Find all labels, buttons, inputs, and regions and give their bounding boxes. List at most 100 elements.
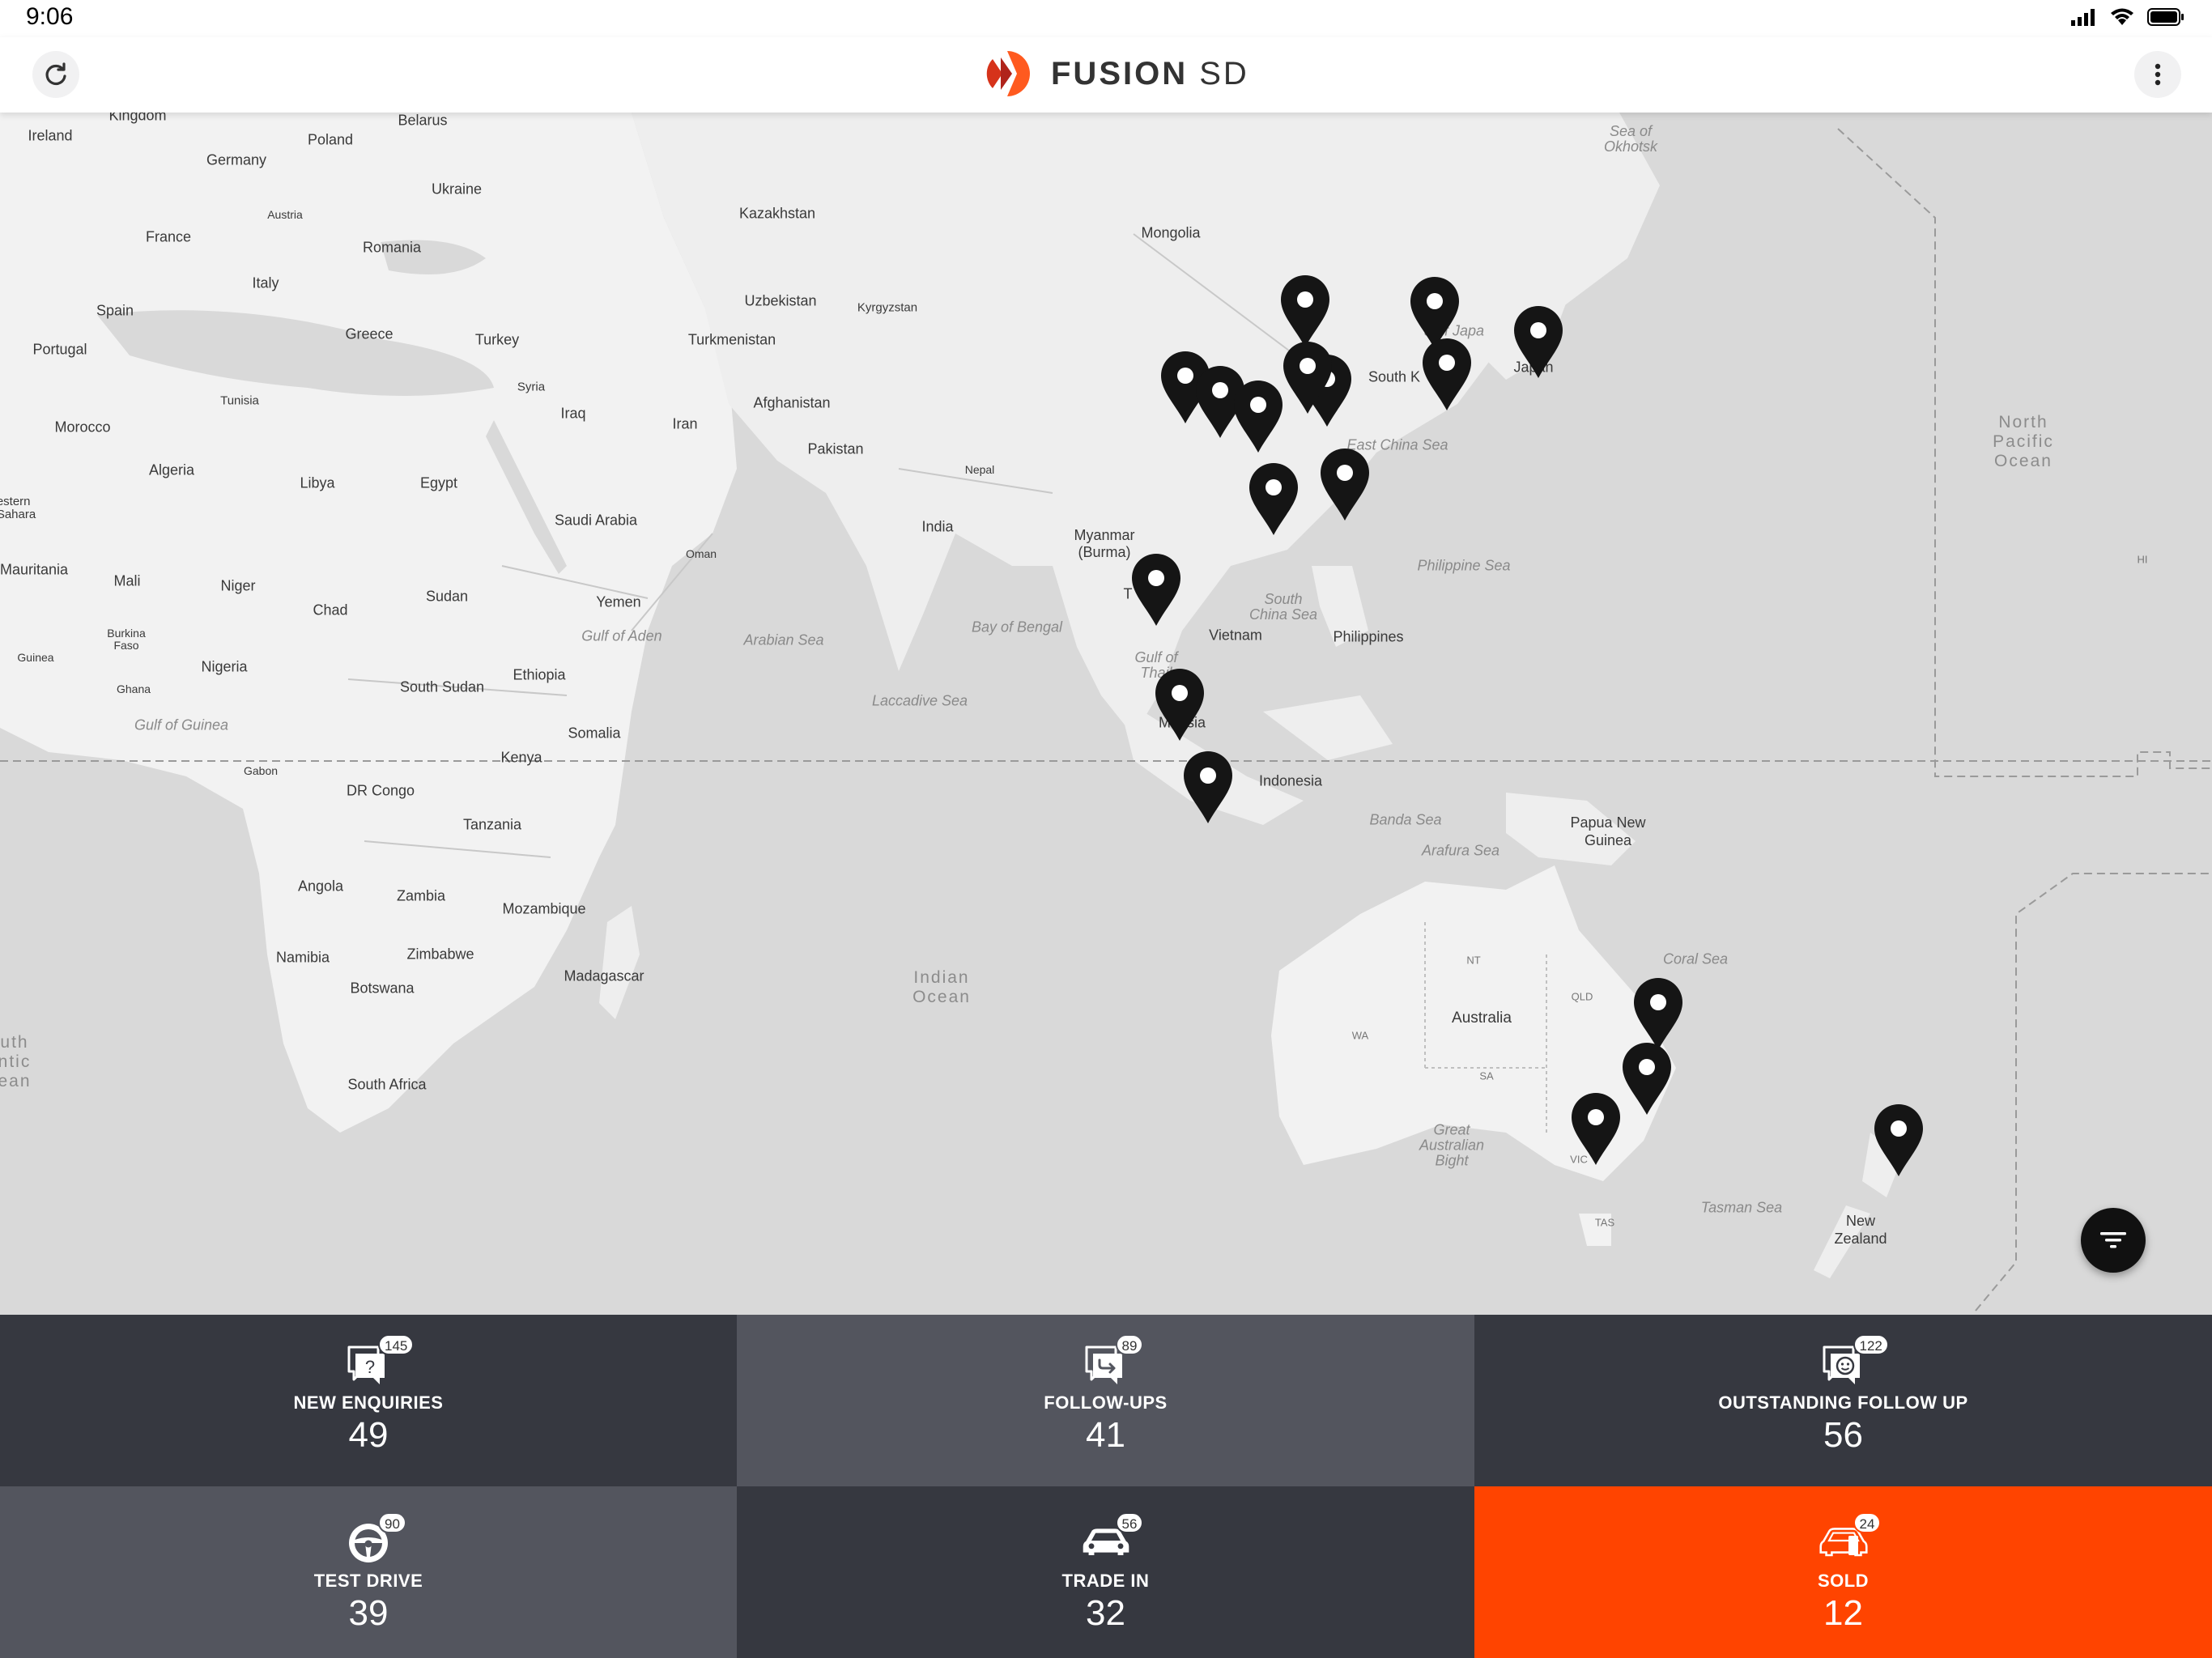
tile-badge: 145 xyxy=(378,1334,415,1355)
map-label-madagascar: Madagascar xyxy=(564,967,644,984)
tile-new-enquiries[interactable]: ? 145 NEW ENQUIRIES 49 xyxy=(0,1315,737,1486)
tile-icon-wrap: 90 xyxy=(344,1512,406,1566)
map-label-algeria: Algeria xyxy=(148,461,195,478)
map-pin[interactable] xyxy=(1153,668,1206,742)
map-label-kingdom: Kingdom xyxy=(108,113,167,124)
map-label-australia: Australia xyxy=(1452,1010,1512,1027)
more-options-button[interactable] xyxy=(2134,51,2181,98)
fusion-logo-icon xyxy=(986,51,1030,96)
tile-label: OUTSTANDING FOLLOW UP xyxy=(1718,1392,1968,1413)
map-label-vietnam: Vietnam xyxy=(1209,627,1262,644)
map-pin[interactable] xyxy=(1631,977,1685,1052)
map-pin[interactable] xyxy=(1231,380,1285,454)
map-label-libya: Libya xyxy=(300,474,335,491)
tile-badge: 24 xyxy=(1853,1512,1882,1533)
map-label-new-zealand: New Zealand xyxy=(1834,1213,1887,1247)
filter-button[interactable] xyxy=(2081,1208,2146,1273)
map-label-guinea: Guinea xyxy=(17,651,54,664)
refresh-icon xyxy=(45,62,66,86)
tile-trade-in[interactable]: 56 TRADE IN 32 xyxy=(737,1486,1474,1658)
map-label-portugal: Portugal xyxy=(32,341,87,358)
wifi-icon xyxy=(2111,8,2133,25)
map-pin[interactable] xyxy=(1872,1103,1925,1178)
tile-sold[interactable]: 24 SOLD 12 xyxy=(1474,1486,2212,1658)
tile-value: 56 xyxy=(1823,1415,1863,1455)
refresh-button[interactable] xyxy=(32,51,79,98)
map-label-uzbekistan: Uzbekistan xyxy=(744,292,817,309)
map-label-angola: Angola xyxy=(297,878,344,895)
tile-test-drive[interactable]: 90 TEST DRIVE 39 xyxy=(0,1486,737,1658)
logo-suffix: SD xyxy=(1199,55,1249,91)
tile-badge: 122 xyxy=(1853,1334,1889,1355)
map-label-bay-of-bengal: Bay of Bengal xyxy=(971,619,1063,636)
map-label-western-sahara: estern Sahara xyxy=(0,495,36,521)
map-label-arabian-sea: Arabian Sea xyxy=(743,631,824,648)
map-label-tanzania: Tanzania xyxy=(462,816,522,833)
tile-label: SOLD xyxy=(1817,1571,1870,1591)
tile-icon-wrap: ? 145 xyxy=(344,1334,415,1388)
tile-label: TEST DRIVE xyxy=(313,1571,423,1591)
map-label-sa: SA xyxy=(1479,1069,1494,1082)
map-label-poland: Poland xyxy=(307,131,354,148)
map-label-india: India xyxy=(921,518,954,535)
map-label-belarus: Belarus xyxy=(398,113,448,129)
map-label-ireland: Ireland xyxy=(28,127,73,144)
svg-text:?: ? xyxy=(365,1357,375,1377)
map-label-south-sudan: South Sudan xyxy=(399,678,485,695)
tile-value: 39 xyxy=(348,1593,389,1633)
map-label-laccadive-sea: Laccadive Sea xyxy=(871,692,968,709)
map-label-ghana: Ghana xyxy=(116,682,151,695)
map-pin[interactable] xyxy=(1247,462,1300,537)
map-label-oman: Oman xyxy=(685,547,717,560)
map-label-mongolia: Mongolia xyxy=(1141,224,1201,241)
tile-label: NEW ENQUIRIES xyxy=(293,1392,444,1413)
tile-value: 32 xyxy=(1086,1593,1125,1633)
map-label-banda-sea: Banda Sea xyxy=(1369,811,1442,828)
logo-wordmark: FUSION SD xyxy=(1051,56,1249,92)
map-pin[interactable] xyxy=(1420,338,1474,412)
map-pin[interactable] xyxy=(1512,305,1565,380)
map-label-burkina-faso: Burkina Faso xyxy=(107,627,146,652)
map-label-kazakhstan: Kazakhstan xyxy=(738,205,816,222)
map-label-south-atlantic: uth ntic ean xyxy=(0,1033,32,1090)
map-label-mali: Mali xyxy=(113,572,141,589)
tile-badge: 90 xyxy=(378,1512,406,1533)
map-label-saudi-arabia: Saudi Arabia xyxy=(554,512,638,529)
map-label-ethiopia: Ethiopia xyxy=(513,666,566,683)
map-label-qld: QLD xyxy=(1571,990,1593,1003)
status-icons xyxy=(2071,8,2184,26)
map-label-germany: Germany xyxy=(206,151,267,168)
tile-label: TRADE IN xyxy=(1061,1571,1150,1591)
map-label-tasman-sea: Tasman Sea xyxy=(1700,1199,1783,1216)
map-label-nigeria: Nigeria xyxy=(201,658,248,675)
tile-icon-wrap: 56 xyxy=(1082,1512,1144,1566)
map-pin[interactable] xyxy=(1620,1042,1674,1116)
logo-word: FUSION xyxy=(1051,55,1189,91)
map-pin[interactable] xyxy=(1318,448,1372,522)
map-label-spain: Spain xyxy=(96,302,134,319)
map-label-syria: Syria xyxy=(517,380,546,394)
map-label-ukraine: Ukraine xyxy=(431,181,483,198)
map-label-south-china-sea: South China Sea xyxy=(1249,591,1318,623)
world-map[interactable]: Kingdom Ireland Belarus Poland Germany U… xyxy=(0,113,2212,1315)
tile-value: 49 xyxy=(348,1415,389,1455)
map-label-dr-congo: DR Congo xyxy=(346,782,415,799)
map-label-egypt: Egypt xyxy=(419,474,458,491)
map-label-coral-sea: Coral Sea xyxy=(1662,950,1729,967)
map-label-indonesia: Indonesia xyxy=(1258,772,1323,789)
tile-follow-ups[interactable]: 89 FOLLOW-UPS 41 xyxy=(737,1315,1474,1486)
map-pin[interactable] xyxy=(1278,274,1332,349)
map-pin[interactable] xyxy=(1129,553,1183,627)
map-label-botswana: Botswana xyxy=(350,980,415,997)
map-label-sudan: Sudan xyxy=(425,588,469,605)
map-label-morocco: Morocco xyxy=(54,419,111,436)
filter-icon xyxy=(2100,1232,2126,1248)
map-label-myanmar: Myanmar (Burma) xyxy=(1074,527,1135,560)
map-pin[interactable] xyxy=(1281,341,1334,415)
map-label-tunisia: Tunisia xyxy=(220,393,259,408)
map-pin[interactable] xyxy=(1569,1092,1623,1167)
tile-outstanding-follow-up[interactable]: 122 OUTSTANDING FOLLOW UP 56 xyxy=(1474,1315,2212,1486)
status-bar: 9:06 xyxy=(0,0,2212,37)
map-pin[interactable] xyxy=(1181,750,1235,825)
tile-value: 41 xyxy=(1086,1415,1125,1455)
